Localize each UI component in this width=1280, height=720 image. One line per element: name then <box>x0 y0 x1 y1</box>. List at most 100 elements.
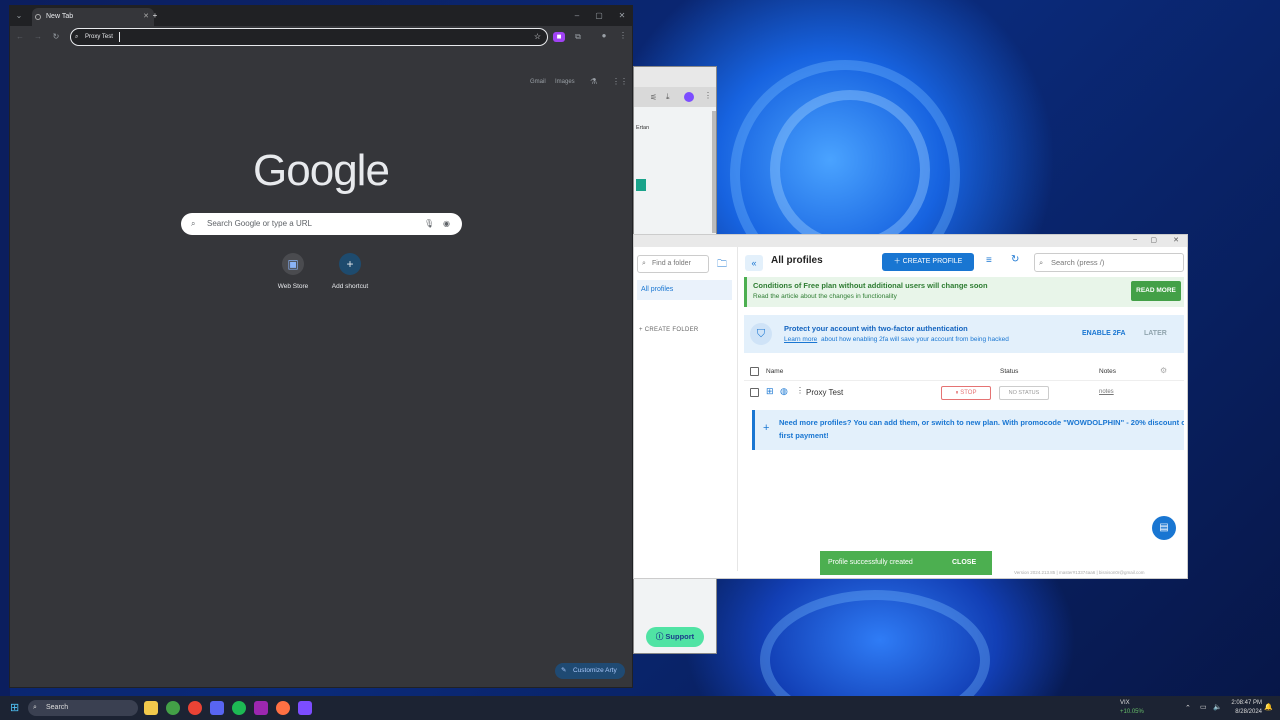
create-folder-button[interactable]: + CREATE FOLDER <box>639 327 699 333</box>
stop-label: STOP <box>960 390 977 396</box>
customize-label: Customize Arty <box>573 667 617 674</box>
conditions-banner: Conditions of Free plan without addition… <box>744 277 1184 307</box>
create-profile-button[interactable]: ＋ CREATE PROFILE <box>882 253 974 271</box>
stop-button[interactable]: ⏸ STOP <box>941 386 991 400</box>
later-button[interactable]: LATER <box>1144 330 1167 337</box>
voice-search-icon[interactable]: 🎙 <box>424 213 434 235</box>
plus-icon: + <box>339 253 361 275</box>
shortcut-web-store[interactable]: ▣ Web Store <box>263 253 323 290</box>
chevron-up-icon[interactable]: ⌃ <box>1185 704 1191 712</box>
new-tab-icon[interactable]: + <box>149 11 161 21</box>
profile-search-input[interactable]: ⌕ Search (press /) <box>1034 253 1184 272</box>
customize-button[interactable]: ✎ Customize Arty <box>555 663 625 679</box>
minimize-icon[interactable]: – <box>571 11 583 21</box>
row-menu-icon[interactable]: ⋮ <box>796 386 804 395</box>
enable-2fa-button[interactable]: ENABLE 2FA <box>1082 330 1126 337</box>
learn-more-link[interactable]: Learn more <box>784 336 817 343</box>
column-name[interactable]: Name <box>766 368 783 375</box>
profile-name[interactable]: Proxy Test <box>806 388 843 397</box>
toast-close-button[interactable]: CLOSE <box>952 551 976 575</box>
tab-strip: ⌄ New Tab ✕ + – ▢ ✕ <box>10 6 632 26</box>
premiere-icon[interactable] <box>298 701 312 715</box>
page-title: All profiles <box>771 255 823 266</box>
folder-sidebar: ⌕ Find a folder 🗀 All profiles + CREATE … <box>634 247 738 571</box>
twofa-title: Protect your account with two-factor aut… <box>784 324 968 333</box>
labs-icon[interactable]: ⚗ <box>590 77 597 86</box>
tab-search-icon[interactable]: ⌄ <box>13 11 25 21</box>
app-icon[interactable] <box>254 701 268 715</box>
download-icon[interactable]: ⤓ <box>666 92 670 102</box>
spotify-icon[interactable] <box>232 701 246 715</box>
ticker-name[interactable]: VIX <box>1120 700 1130 706</box>
wallpaper-bloom <box>770 90 930 250</box>
conditions-subtitle[interactable]: Read the article about the changes in fu… <box>753 293 897 300</box>
table-row[interactable]: ⊞ ◍ ⋮ Proxy Test ⏸ STOP NO STATUS notes <box>744 383 1184 403</box>
notes-link[interactable]: notes <box>1099 389 1114 395</box>
google-logo: Google <box>253 146 390 195</box>
twofa-banner: ⛉ Protect your account with two-factor a… <box>744 315 1184 353</box>
collapse-sidebar-icon[interactable]: « <box>745 255 763 271</box>
bg-titlebar <box>634 67 716 87</box>
forward-icon[interactable]: → <box>32 32 44 42</box>
lens-icon[interactable]: ◉ <box>443 213 450 235</box>
folder-search-input[interactable]: ⌕ Find a folder <box>637 255 709 273</box>
address-bar[interactable]: ⌕ Proxy Test ☆ <box>70 28 548 46</box>
file-explorer-icon[interactable] <box>144 701 158 715</box>
column-status[interactable]: Status <box>1000 368 1018 375</box>
extension-icon[interactable]: ■ <box>553 32 565 42</box>
chrome-icon[interactable] <box>188 701 202 715</box>
select-all-checkbox[interactable] <box>750 367 759 376</box>
column-notes[interactable]: Notes <box>1099 368 1116 375</box>
google-search-box[interactable]: ⌕ Search Google or type a URL 🎙 ◉ <box>181 213 462 235</box>
table-header: Name Status Notes ⚙ <box>744 363 1184 381</box>
notification-icon[interactable]: 🔔 <box>1264 703 1273 711</box>
plus-icon[interactable]: + <box>763 422 769 434</box>
gmail-link[interactable]: Gmail <box>530 79 546 85</box>
row-checkbox[interactable] <box>750 388 759 397</box>
shortcut-add[interactable]: + Add shortcut <box>320 253 380 290</box>
address-value: Proxy Test <box>85 34 113 40</box>
filter-icon[interactable]: ≡ <box>986 255 992 266</box>
menu-icon[interactable]: ⋮ <box>704 91 712 100</box>
start-icon[interactable]: ⊞ <box>10 701 19 714</box>
dropdown-text[interactable]: Ertan <box>636 125 649 131</box>
maximize-icon[interactable]: ▢ <box>1150 236 1157 244</box>
volume-icon[interactable]: 🔈 <box>1213 703 1222 711</box>
network-icon[interactable]: ▭ <box>1200 703 1207 711</box>
settings-icon[interactable]: ⚙ <box>1160 366 1167 375</box>
tab-new-tab[interactable]: New Tab ✕ <box>32 8 154 26</box>
apps-grid-icon[interactable]: ⋮⋮ <box>612 77 628 86</box>
status-badge[interactable]: NO STATUS <box>999 386 1049 400</box>
back-icon[interactable]: ← <box>14 32 26 42</box>
folder-search-placeholder: Find a folder <box>652 260 691 267</box>
sidebar-item-all-profiles[interactable]: All profiles <box>637 280 732 300</box>
help-icon: ⓘ <box>655 632 666 641</box>
images-link[interactable]: Images <box>555 79 575 85</box>
chat-icon[interactable]: ▤ <box>1152 516 1176 540</box>
menu-icon[interactable]: ⋮ <box>617 31 629 41</box>
close-window-icon[interactable]: ✕ <box>1173 236 1179 244</box>
bookmark-star-icon[interactable]: ☆ <box>534 29 541 45</box>
puzzle-icon[interactable]: ⧉ <box>572 32 584 42</box>
maximize-icon[interactable]: ▢ <box>593 11 605 21</box>
folder-icon[interactable]: 🗀 <box>717 257 727 274</box>
reload-icon[interactable]: ↻ <box>50 32 62 42</box>
read-more-button[interactable]: READ MORE <box>1131 281 1181 301</box>
taskbar-search[interactable]: ⌕ Search <box>28 700 138 716</box>
close-window-icon[interactable]: ✕ <box>616 11 628 21</box>
scrollbar[interactable] <box>712 111 716 233</box>
clock-date[interactable]: 8/28/2024 <box>1228 709 1262 715</box>
discord-icon[interactable] <box>210 701 224 715</box>
clock-time[interactable]: 2:08:47 PM <box>1228 700 1262 706</box>
refresh-icon[interactable]: ↻ <box>1011 254 1019 265</box>
sliders-icon[interactable]: ⚟ <box>650 93 657 102</box>
profile-icon[interactable]: ● <box>598 31 610 41</box>
shield-icon: ⛉ <box>750 323 772 345</box>
browser-icon[interactable] <box>276 701 290 715</box>
support-button[interactable]: ⓘ Support <box>646 627 704 647</box>
minimize-icon[interactable]: – <box>1133 236 1137 243</box>
pencil-icon: ✎ <box>561 667 567 674</box>
profile-avatar[interactable] <box>684 92 694 102</box>
window-titlebar: – ▢ ✕ <box>634 235 1187 247</box>
app-icon[interactable] <box>166 701 180 715</box>
